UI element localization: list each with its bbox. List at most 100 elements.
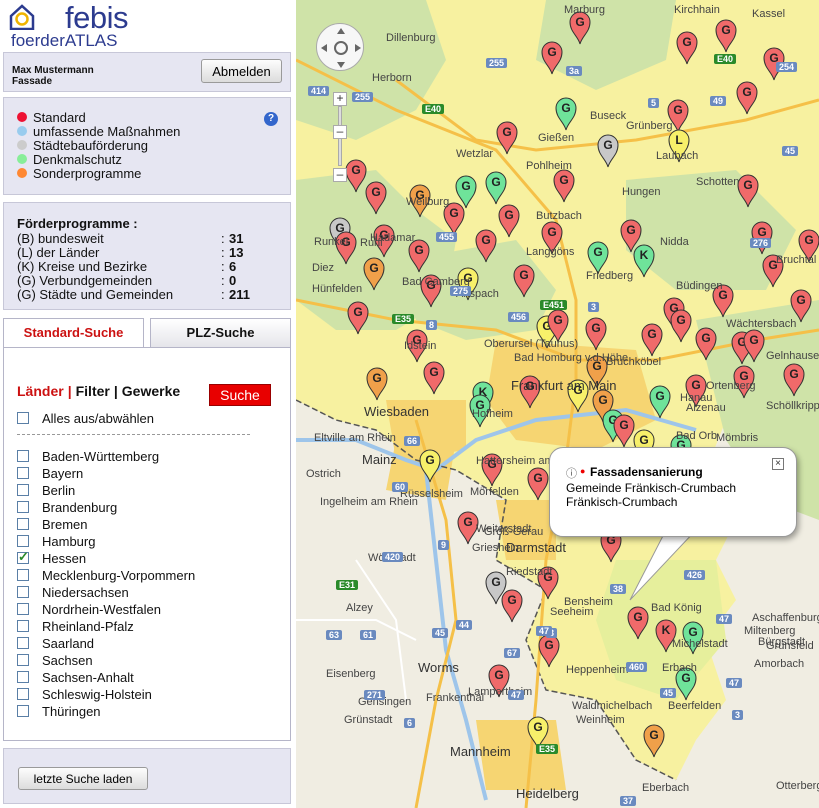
legend-item-standard: Standard [17,110,86,125]
sidebar: febis foerderATLAS Max Mustermann Fassad… [0,0,296,808]
stat-row: (K) Kreise und Bezirke:6 [17,259,277,274]
zoom-out-button[interactable]: – [333,168,347,182]
select-all-checkbox[interactable] [17,412,29,424]
state-checkbox[interactable] [17,549,29,565]
tab-plz-search[interactable]: PLZ-Suche [150,318,291,348]
state-row[interactable]: Nordrhein-Westfalen [17,602,161,617]
stat-colon: : [221,273,225,288]
state-row[interactable]: Sachsen-Anhalt [17,670,134,685]
zoom-slider-handle[interactable]: – [333,125,347,139]
legend-label: Denkmalschutz [33,151,122,167]
state-row[interactable]: Bayern [17,466,83,481]
road-number-badge: 426 [684,570,706,580]
map-city-label: Oberursel (Taunus) [484,338,579,350]
road-number-badge: 38 [610,584,627,594]
state-row[interactable]: Sachsen [17,652,93,668]
marker-letter: G [425,453,434,467]
state-checkbox[interactable] [17,569,29,581]
state-label: Baden-Württemberg [42,448,160,464]
stat-colon: : [221,245,225,260]
state-checkbox[interactable] [17,654,29,666]
legend-label: Sonderprogramme [33,165,142,181]
tab-standard-search[interactable]: Standard-Suche [3,318,144,348]
map-city-label: Waldmichelbach [572,700,653,712]
state-row[interactable]: Berlin [17,483,75,498]
select-all-row[interactable]: Alles aus/abwählen [17,410,155,426]
state-row[interactable]: Saarland [17,636,94,651]
state-row[interactable]: Hamburg [17,534,95,549]
filter-link-laender[interactable]: Länder [17,383,64,399]
road-number-badge: 44 [456,620,473,630]
map-pan-control[interactable] [316,23,364,71]
map-city-label: Wetzlar [456,148,494,160]
zoom-in-button[interactable]: + [333,92,347,106]
state-checkbox[interactable] [17,705,29,717]
logout-button[interactable]: Abmelden [201,59,282,83]
state-row[interactable]: Mecklenburg-Vorpommern [17,568,195,583]
stat-value: 13 [229,245,244,260]
logo-subtitle: foerderATLAS [11,31,118,50]
close-icon[interactable]: × [772,458,784,470]
reload-last-search-button[interactable]: letzte Suche laden [18,767,148,790]
stat-label: (G) Verbundgemeinden [17,273,153,288]
red-dot-icon [17,112,27,122]
state-row[interactable]: Hessen [17,549,86,566]
map-city-label: Butzbach [536,210,582,222]
state-row[interactable]: Schleswig-Holstein [17,686,152,702]
state-checkbox[interactable] [17,467,29,479]
state-row[interactable]: Baden-Württemberg [17,448,160,464]
state-label: Sachsen [42,652,93,668]
state-checkbox[interactable] [17,450,29,462]
marker-letter: G [743,178,752,192]
logo: febis foerderATLAS [3,0,291,50]
state-checkbox[interactable] [17,603,29,615]
filter-link-gewerke[interactable]: Gewerke [122,383,180,399]
select-all-label: Alles aus/abwählen [42,410,155,426]
marker-letter: G [593,245,602,259]
state-row[interactable]: Niedersachsen [17,584,129,600]
map-city-label: Mannheim [450,744,511,759]
state-row[interactable]: Thüringen [17,704,101,719]
legend-item-sonder: Sonderprogramme [17,165,142,181]
map-city-label: Dillenburg [386,32,436,44]
map[interactable]: GGGGGGGGGGLGGGGGGGGGGGGGGGGGGGGKGGGGGGGG… [296,0,819,808]
map-city-label: Heidelberg [516,786,579,801]
state-checkbox[interactable] [17,518,29,530]
user-panel: Max Mustermann Fassade Abmelden [3,52,291,92]
state-checkbox[interactable] [17,637,29,649]
map-zoom-control[interactable]: + – – [333,92,347,182]
state-checkbox[interactable] [17,535,29,547]
stat-value: 31 [229,231,244,246]
state-checkbox[interactable] [17,484,29,496]
map-city-label: Friedberg [586,270,634,282]
state-row[interactable]: Bremen [17,517,88,532]
question-icon[interactable]: ? [264,112,278,126]
state-row[interactable]: Rheinland-Pfalz [17,619,134,634]
state-checkbox[interactable] [17,586,29,598]
state-label: Schleswig-Holstein [42,686,152,702]
road-number-badge: 456 [508,312,530,322]
stat-value: 211 [229,287,250,302]
marker-letter: G [633,610,642,624]
map-city-label: Büdingen [676,280,723,292]
marker-letter: G [351,163,360,177]
info-municipality: Gemeinde Fränkisch-Crumbach [566,481,737,495]
stat-row: (G) Städte und Gemeinden:211 [17,287,277,302]
state-checkbox[interactable] [17,688,29,700]
road-number-badge: 45 [660,688,677,698]
info-icon: ⓘ [566,468,577,480]
filter-nav: Länder | Filter | Gewerke [17,383,180,399]
state-label: Niedersachsen [42,584,129,600]
map-city-label: Schöllkrippen [766,400,819,412]
state-checkbox[interactable] [17,501,29,513]
map-city-label: Hofheim [472,408,513,420]
map-city-label: Bruchköbel [606,356,662,368]
map-city-label: Weiterstadt [476,523,532,535]
state-checkbox[interactable] [17,620,29,632]
search-button[interactable]: Suche [209,384,271,406]
state-row[interactable]: Brandenburg [17,500,117,515]
state-checkbox[interactable] [17,671,29,683]
stat-label: (G) Städte und Gemeinden [17,287,174,302]
marker-letter: G [429,365,438,379]
filter-link-filter[interactable]: Filter [76,383,110,399]
